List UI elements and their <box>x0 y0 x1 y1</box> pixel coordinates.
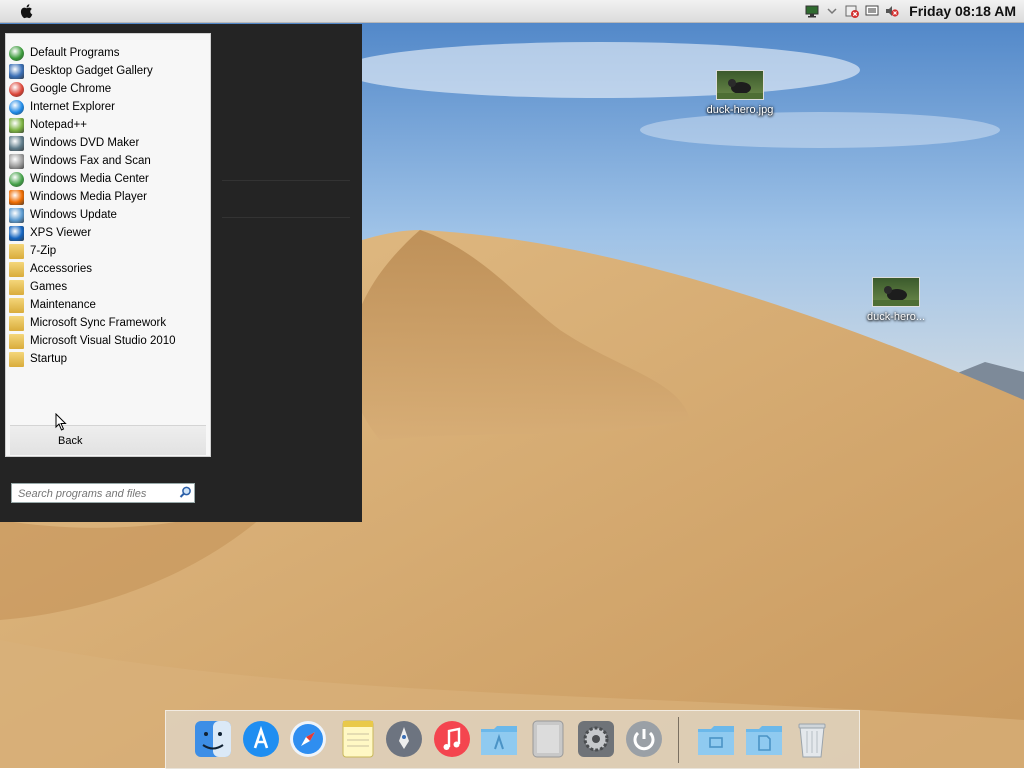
all-programs-pane: Default Programs Desktop Gadget Gallery Go… <box>5 33 211 457</box>
applications-folder-icon[interactable] <box>479 719 519 759</box>
folder-icon <box>9 279 24 295</box>
program-item[interactable]: Google Chrome <box>6 80 210 98</box>
desktop-file-duck-hero-2[interactable]: duck-hero... <box>856 277 936 323</box>
trash-icon[interactable] <box>792 719 832 759</box>
program-item-label: Google Chrome <box>30 83 112 95</box>
search-box[interactable] <box>11 483 195 503</box>
music-icon[interactable] <box>432 719 472 759</box>
program-item-label: Microsoft Sync Framework <box>30 317 167 329</box>
folder-icon <box>9 261 24 277</box>
safari-icon[interactable] <box>288 719 328 759</box>
files-folder-icon[interactable] <box>744 719 784 759</box>
network-icon[interactable] <box>805 4 819 18</box>
folder-icon <box>9 315 24 331</box>
fax-scan-icon <box>9 153 24 169</box>
divider <box>222 217 350 218</box>
dvd-maker-icon <box>9 135 24 151</box>
program-item[interactable]: Internet Explorer <box>6 98 210 116</box>
chrome-icon <box>9 81 24 97</box>
program-item-label: Default Programs <box>30 47 120 59</box>
program-item[interactable]: Accessories <box>6 260 210 278</box>
media-player-icon <box>9 189 24 205</box>
program-item-label: Microsoft Visual Studio 2010 <box>30 335 176 347</box>
xps-viewer-icon <box>9 225 24 241</box>
program-item-label: Windows Media Player <box>30 191 147 203</box>
windows-update-icon <box>9 207 24 223</box>
dock <box>165 710 860 769</box>
finder-icon[interactable] <box>193 719 233 759</box>
program-item-label: Windows Media Center <box>30 173 149 185</box>
program-item-label: Games <box>30 281 68 293</box>
notepad-plus-plus-icon <box>9 117 24 133</box>
program-item[interactable]: Windows DVD Maker <box>6 134 210 152</box>
folder-icon <box>9 243 24 259</box>
program-item[interactable]: Default Programs <box>6 44 210 62</box>
image-thumbnail-icon <box>716 70 764 100</box>
program-item[interactable]: Notepad++ <box>6 116 210 134</box>
search-icon[interactable] <box>179 486 192 499</box>
search-input[interactable] <box>12 486 178 502</box>
image-thumbnail-icon <box>872 277 920 307</box>
gadget-gallery-icon <box>9 63 24 79</box>
dock-separator <box>678 717 679 763</box>
desktop-file-label: duck-hero.jpg <box>706 104 774 116</box>
documents-folder-icon[interactable] <box>696 719 736 759</box>
folder-icon <box>9 351 24 367</box>
desktop-file-label: duck-hero... <box>866 311 926 323</box>
program-item[interactable]: Microsoft Sync Framework <box>6 314 210 332</box>
program-item[interactable]: Windows Media Player <box>6 188 210 206</box>
program-item[interactable]: Windows Media Center <box>6 170 210 188</box>
chevron-down-icon[interactable] <box>825 4 839 18</box>
back-button-label: Back <box>58 435 83 447</box>
program-item-label: Maintenance <box>30 299 96 311</box>
internet-explorer-icon <box>9 99 24 115</box>
program-item-label: Notepad++ <box>30 119 87 131</box>
program-item[interactable]: Maintenance <box>6 296 210 314</box>
program-item[interactable]: XPS Viewer <box>6 224 210 242</box>
app-store-icon[interactable] <box>241 719 281 759</box>
system-tray: Friday 08:18 AM <box>805 0 1016 22</box>
apple-icon[interactable] <box>18 2 36 20</box>
program-item[interactable]: 7-Zip <box>6 242 210 260</box>
program-item-label: Desktop Gadget Gallery <box>30 65 153 77</box>
program-item[interactable]: Games <box>6 278 210 296</box>
program-item-label: Windows DVD Maker <box>30 137 140 149</box>
folder-icon <box>9 333 24 349</box>
program-item[interactable]: Windows Fax and Scan <box>6 152 210 170</box>
desktop-file-duck-hero-1[interactable]: duck-hero.jpg <box>700 70 780 116</box>
folder-icon <box>9 297 24 313</box>
launchpad-icon[interactable] <box>384 719 424 759</box>
notes-icon[interactable] <box>338 719 378 759</box>
program-item[interactable]: Windows Update <box>6 206 210 224</box>
start-menu: Default Programs Desktop Gadget Gallery Go… <box>0 24 362 522</box>
default-programs-icon <box>9 45 24 61</box>
system-preferences-icon[interactable] <box>576 719 616 759</box>
program-item-label: Startup <box>30 353 68 365</box>
divider <box>222 180 350 181</box>
volume-muted-icon[interactable] <box>885 4 899 18</box>
program-item-label: Internet Explorer <box>30 101 116 113</box>
program-item-label: Windows Update <box>30 209 117 221</box>
program-item-label: 7-Zip <box>30 245 57 257</box>
program-item[interactable]: Desktop Gadget Gallery <box>6 62 210 80</box>
power-icon[interactable] <box>624 719 664 759</box>
display-icon[interactable] <box>865 4 879 18</box>
media-center-icon <box>9 171 24 187</box>
clock[interactable]: Friday 08:18 AM <box>909 3 1016 19</box>
back-button[interactable]: Back <box>10 425 206 455</box>
program-item-label: Accessories <box>30 263 92 275</box>
security-alert-icon[interactable] <box>845 4 860 18</box>
program-item[interactable]: Microsoft Visual Studio 2010 <box>6 332 210 350</box>
mouse-cursor-icon <box>55 413 67 431</box>
program-item-label: Windows Fax and Scan <box>30 155 151 167</box>
mac-pro-icon[interactable] <box>528 719 568 759</box>
program-list: Default Programs Desktop Gadget Gallery Go… <box>6 34 210 368</box>
menu-bar: Friday 08:18 AM <box>0 0 1024 23</box>
program-item[interactable]: Startup <box>6 350 210 368</box>
program-item-label: XPS Viewer <box>30 227 92 239</box>
